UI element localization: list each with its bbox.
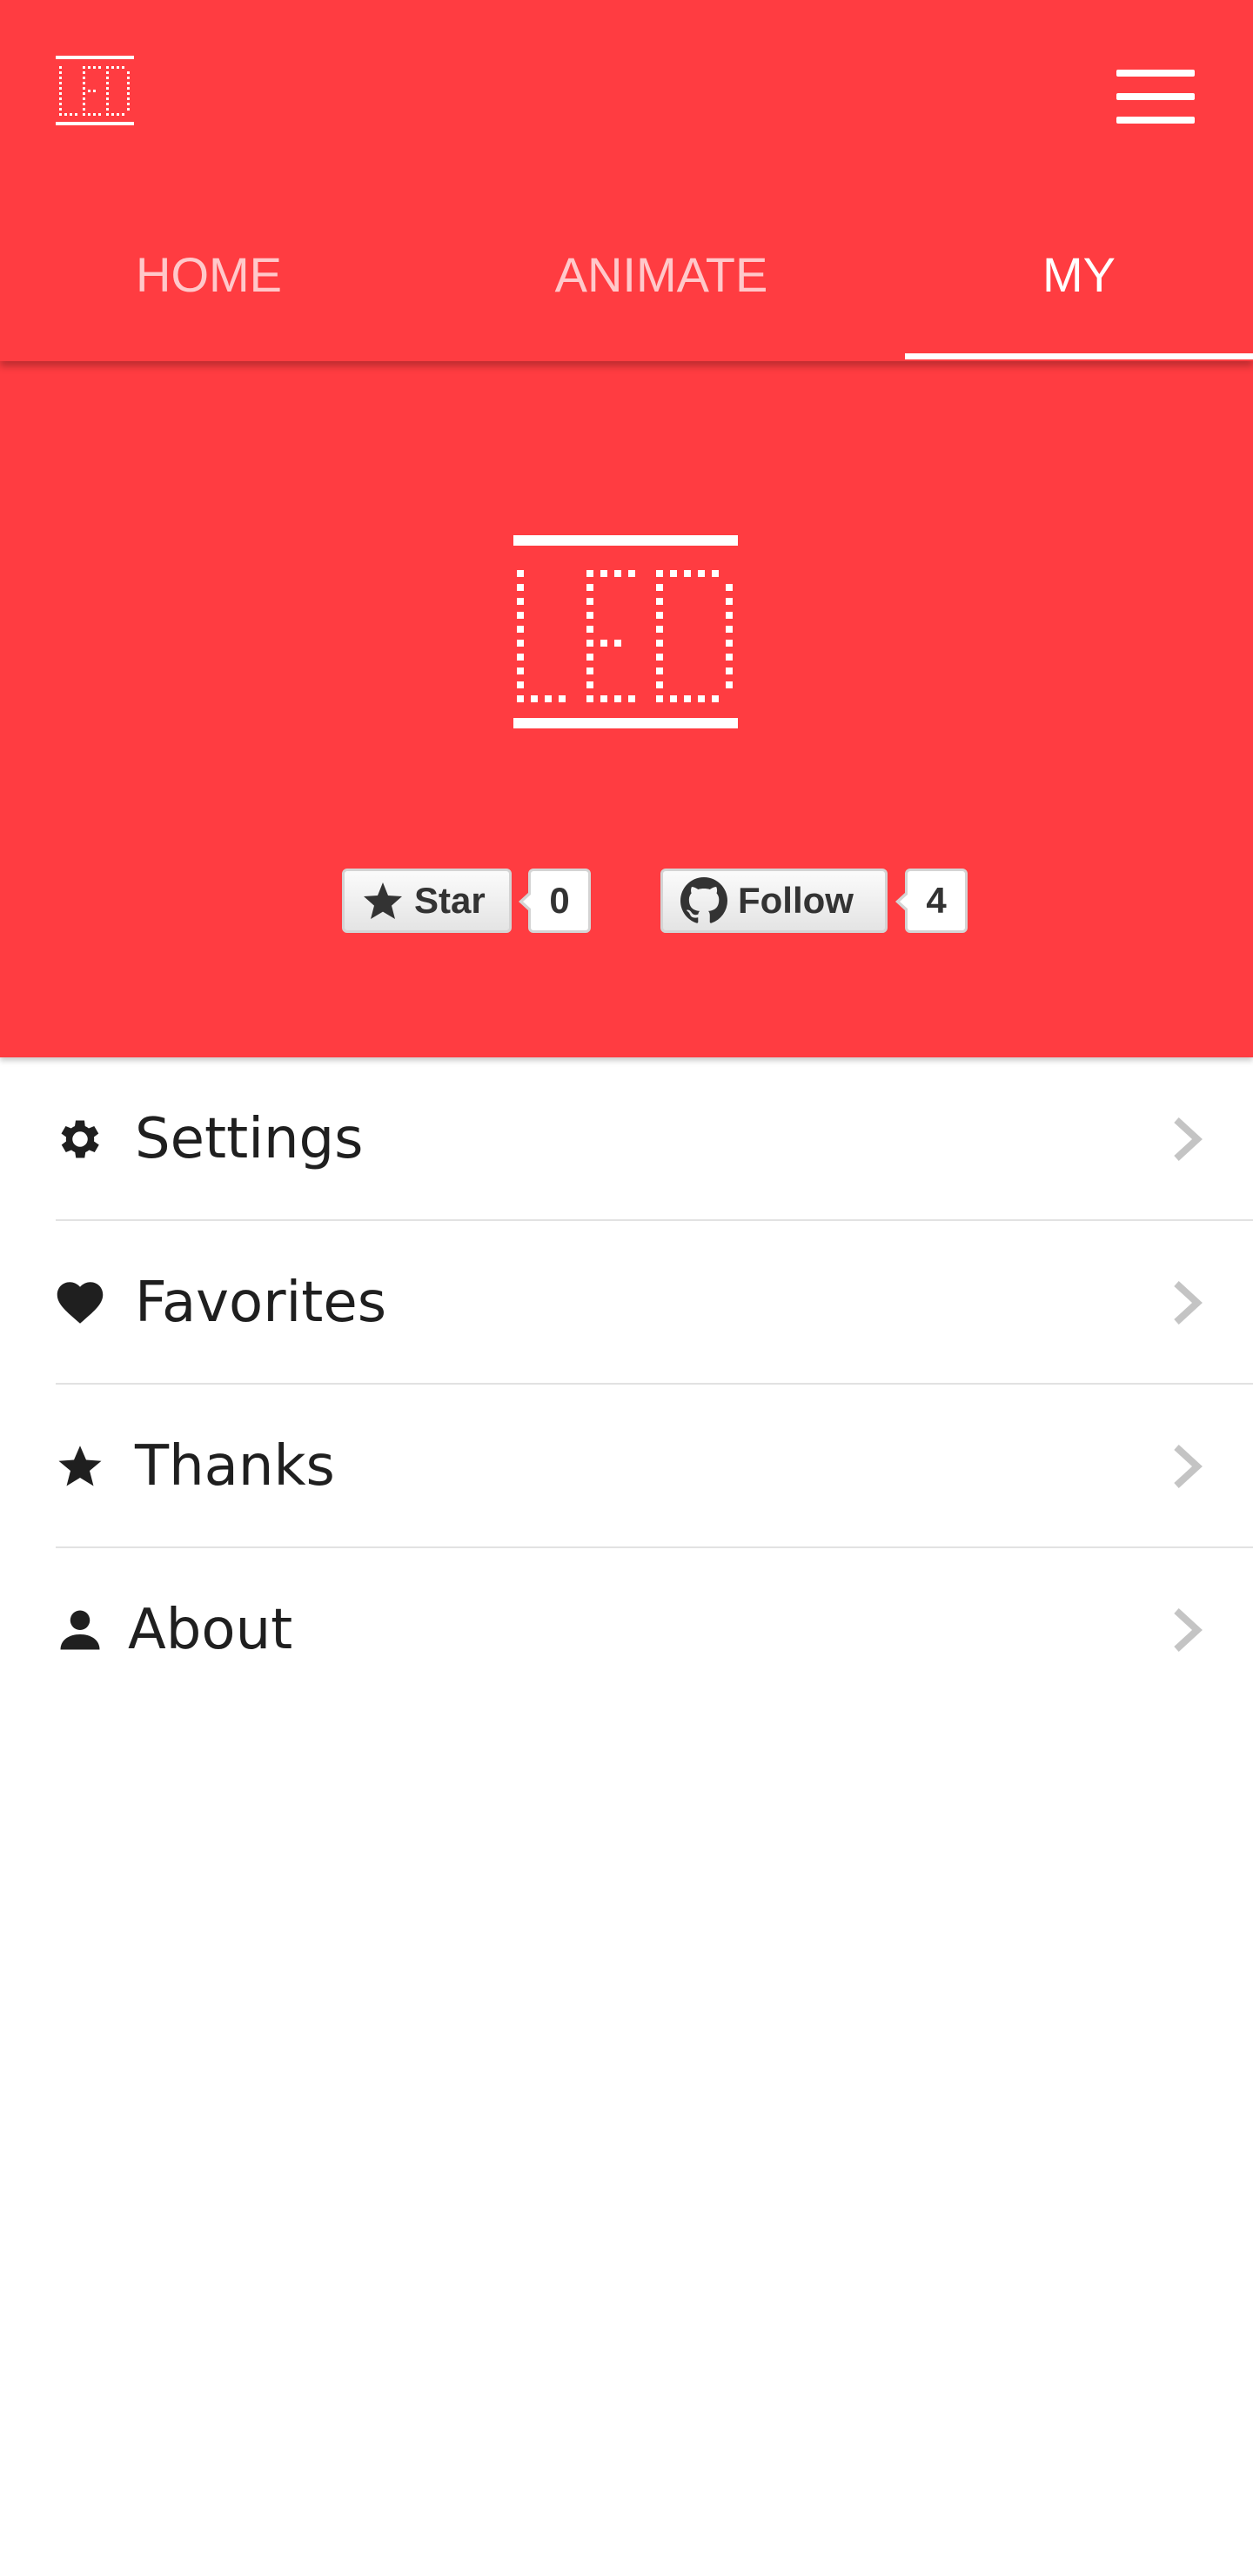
chevron-right-icon bbox=[1174, 1608, 1203, 1652]
star-icon bbox=[364, 882, 402, 919]
hamburger-menu-icon[interactable] bbox=[1116, 70, 1195, 124]
user-icon bbox=[60, 1610, 100, 1650]
menu-bar bbox=[1116, 70, 1195, 77]
menu-item-label: Thanks bbox=[135, 1434, 335, 1499]
chevron-right-icon bbox=[1174, 1117, 1203, 1161]
menu-item-label: Favorites bbox=[135, 1271, 387, 1335]
star-icon bbox=[58, 1446, 102, 1486]
tab-bar: HOME ANIMATE MY bbox=[0, 213, 1253, 361]
tab-my[interactable]: MY bbox=[905, 213, 1253, 361]
active-tab-indicator bbox=[905, 353, 1253, 359]
github-icon bbox=[680, 877, 727, 923]
tab-animate[interactable]: ANIMATE bbox=[418, 213, 905, 361]
follow-label: Follow bbox=[738, 880, 854, 921]
heart-icon bbox=[57, 1282, 104, 1324]
gear-icon bbox=[61, 1120, 99, 1158]
star-count[interactable]: 0 bbox=[519, 869, 591, 933]
chevron-right-icon bbox=[1174, 1281, 1203, 1325]
app-bar: HOME ANIMATE MY bbox=[0, 0, 1253, 361]
menu-item-thanks[interactable]: Thanks bbox=[0, 1385, 1253, 1548]
github-follow-button[interactable]: Follow bbox=[660, 869, 888, 933]
led-logo bbox=[513, 535, 738, 728]
menu-item-settings[interactable]: Settings bbox=[0, 1057, 1253, 1221]
menu-list: Settings Favorites Thanks About bbox=[0, 1057, 1253, 1712]
star-label: Star bbox=[414, 880, 486, 921]
menu-bar bbox=[1116, 117, 1195, 124]
menu-item-label: Settings bbox=[135, 1107, 364, 1171]
menu-bar bbox=[1116, 93, 1195, 100]
menu-item-about[interactable]: About bbox=[0, 1548, 1253, 1712]
profile-hero: Star 0 Follow 4 bbox=[0, 361, 1253, 1057]
menu-item-label: About bbox=[128, 1598, 293, 1662]
tab-home[interactable]: HOME bbox=[0, 213, 418, 361]
menu-item-favorites[interactable]: Favorites bbox=[0, 1221, 1253, 1385]
app-logo[interactable] bbox=[56, 56, 134, 125]
github-star-button[interactable]: Star bbox=[342, 869, 512, 933]
follow-count[interactable]: 4 bbox=[895, 869, 968, 933]
chevron-right-icon bbox=[1174, 1445, 1203, 1488]
